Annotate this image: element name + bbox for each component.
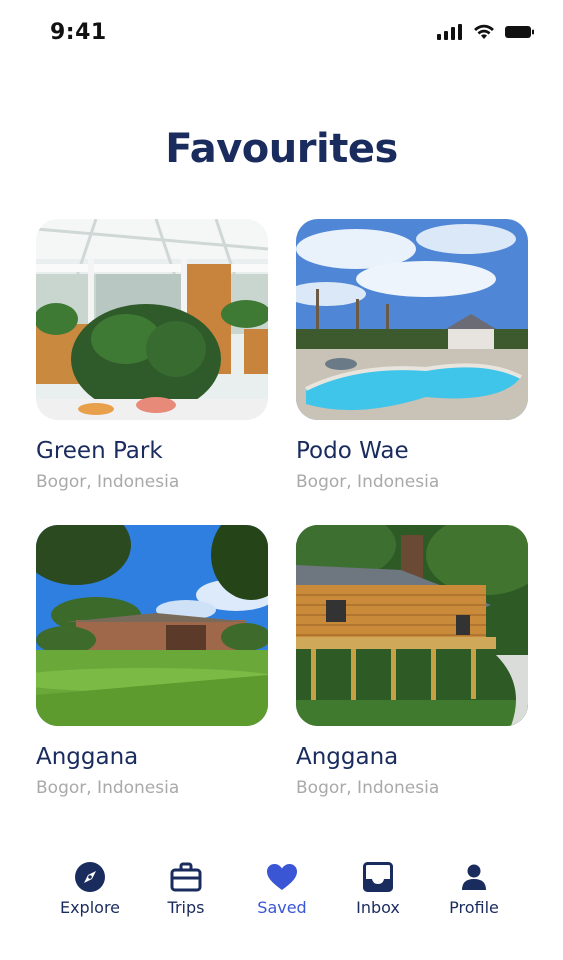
place-photo (296, 525, 528, 726)
place-name: Green Park (36, 438, 163, 464)
status-bar: 9:41 (0, 0, 563, 70)
place-photo (296, 219, 528, 420)
person-icon (426, 860, 522, 894)
place-location: Bogor, Indonesia (36, 778, 180, 798)
inbox-icon (330, 860, 426, 894)
tab-profile[interactable]: Profile (426, 860, 522, 917)
tab-explore[interactable]: Explore (42, 860, 138, 917)
tab-label: Saved (257, 898, 307, 917)
favourite-card[interactable]: Anggana Bogor, Indonesia (36, 525, 268, 798)
status-icons (437, 24, 535, 40)
place-name: Anggana (296, 744, 399, 770)
tab-label: Explore (59, 898, 121, 917)
cellular-signal-icon (437, 24, 462, 40)
favourite-card[interactable]: Green Park Bogor, Indonesia (36, 219, 268, 492)
tab-label: Profile (449, 898, 499, 917)
place-location: Bogor, Indonesia (296, 472, 440, 492)
place-name: Anggana (36, 744, 139, 770)
wifi-icon (474, 24, 494, 39)
battery-icon (505, 26, 534, 38)
tab-label: Trips (167, 898, 205, 917)
favourite-card[interactable]: Anggana Bogor, Indonesia (296, 525, 528, 798)
tab-bar: Explore Trips Saved Inbox Profile (0, 860, 563, 940)
place-location: Bogor, Indonesia (296, 778, 440, 798)
status-time: 9:41 (50, 20, 107, 45)
tab-label: Inbox (356, 898, 400, 917)
tab-trips[interactable]: Trips (138, 860, 234, 917)
place-name: Podo Wae (296, 438, 409, 464)
heart-icon (234, 860, 330, 894)
compass-icon (42, 860, 138, 894)
briefcase-icon (138, 860, 234, 894)
favourite-card[interactable]: Podo Wae Bogor, Indonesia (296, 219, 528, 492)
tab-inbox[interactable]: Inbox (330, 860, 426, 917)
place-location: Bogor, Indonesia (36, 472, 180, 492)
place-photo (36, 525, 268, 726)
page-title: Favourites (165, 126, 398, 172)
tab-saved[interactable]: Saved (234, 860, 330, 917)
place-photo (36, 219, 268, 420)
